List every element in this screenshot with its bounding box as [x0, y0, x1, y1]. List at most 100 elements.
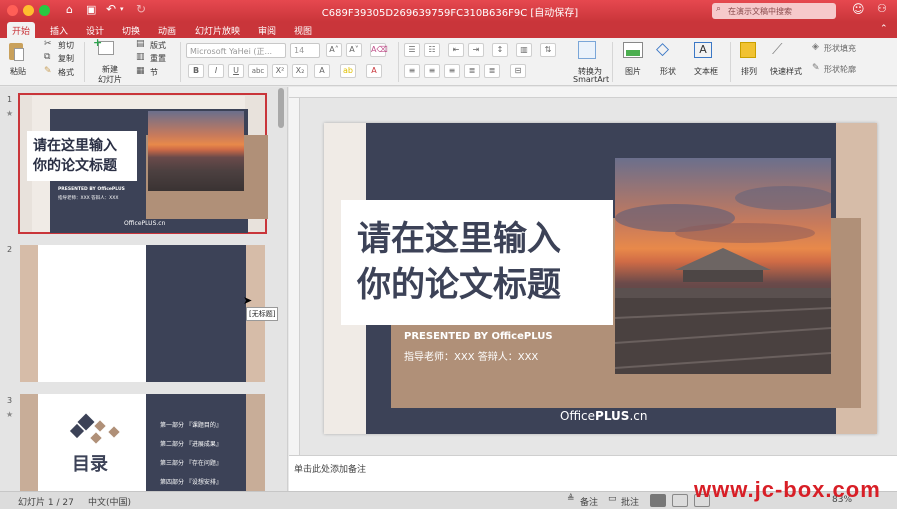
- textbox-icon[interactable]: A: [694, 42, 712, 58]
- increase-indent-button[interactable]: ⇥: [468, 43, 484, 57]
- shape-icon[interactable]: ◇: [656, 39, 669, 59]
- home-icon[interactable]: ⌂: [66, 3, 73, 16]
- layout-icon[interactable]: ▤: [136, 39, 145, 49]
- shape-fill-icon[interactable]: ◈: [812, 42, 819, 52]
- font-size-dropdown[interactable]: 14: [290, 43, 320, 58]
- slide-thumbnail-panel[interactable]: 1 ★ 请在这里输入 你的论文标题 PRESENTED BY OfficePLU…: [0, 87, 288, 491]
- tab-review[interactable]: 审阅: [258, 22, 276, 38]
- copy-label[interactable]: 复制: [58, 53, 74, 64]
- tab-view[interactable]: 视图: [294, 22, 312, 38]
- undo-icon[interactable]: ↶: [106, 2, 116, 16]
- format-painter-label[interactable]: 格式: [58, 67, 74, 78]
- italic-button[interactable]: I: [208, 64, 224, 78]
- cut-label[interactable]: 剪切: [58, 40, 74, 51]
- text-effects-button[interactable]: A: [314, 64, 330, 78]
- align-center-button[interactable]: ≡: [424, 64, 440, 78]
- align-left-button[interactable]: ≡: [404, 64, 420, 78]
- superscript-button[interactable]: X²: [272, 64, 288, 78]
- font-color-button[interactable]: A: [366, 64, 382, 78]
- convert-smartart-label-2[interactable]: SmartArt: [573, 75, 609, 84]
- highlight-button[interactable]: ab: [340, 64, 356, 78]
- line-spacing-button[interactable]: ↕: [492, 43, 508, 57]
- distributed-button[interactable]: ≣: [484, 64, 500, 78]
- slide-sorter-button[interactable]: [672, 494, 688, 507]
- notes-toggle-button[interactable]: 备注: [580, 495, 598, 508]
- picture-icon[interactable]: [623, 42, 643, 58]
- tab-transitions[interactable]: 切换: [122, 22, 140, 38]
- zoom-window-button[interactable]: [39, 5, 50, 16]
- underline-button[interactable]: U: [228, 64, 244, 78]
- shape-outline-icon[interactable]: ✎: [812, 63, 820, 73]
- share-person-icon[interactable]: ⚇: [877, 2, 887, 15]
- subscript-button[interactable]: X₂: [292, 64, 308, 78]
- language-indicator[interactable]: 中文(中国): [88, 495, 131, 508]
- section-label[interactable]: 节: [150, 67, 158, 78]
- bullets-button[interactable]: ☰: [404, 43, 420, 57]
- save-icon[interactable]: ▣: [86, 3, 96, 16]
- tab-insert[interactable]: 插入: [50, 22, 68, 38]
- thumb2-navy-panel: [146, 245, 246, 382]
- tab-home[interactable]: 开始: [7, 22, 36, 38]
- horizontal-ruler[interactable]: [289, 87, 897, 98]
- main-slide[interactable]: 请在这里输入 你的论文标题 PRESENTED BY OfficePLUS 指导…: [324, 123, 877, 434]
- undo-dropdown-icon[interactable]: ▾: [120, 5, 124, 13]
- picture-label[interactable]: 图片: [625, 66, 641, 77]
- quick-styles-label[interactable]: 快速样式: [770, 66, 802, 77]
- decrease-indent-button[interactable]: ⇤: [448, 43, 464, 57]
- text-direction-button[interactable]: ⇅: [540, 43, 556, 57]
- arrange-label[interactable]: 排列: [741, 66, 757, 77]
- smartart-icon[interactable]: [578, 41, 596, 59]
- reset-label[interactable]: 重置: [150, 53, 166, 64]
- slide-photo[interactable]: [615, 158, 831, 374]
- minimize-window-button[interactable]: [23, 5, 34, 16]
- comments-toggle-button[interactable]: 批注: [621, 495, 639, 508]
- arrange-icon[interactable]: [740, 42, 756, 58]
- slide-thumbnail-1[interactable]: 请在这里输入 你的论文标题 PRESENTED BY OfficePLUS 指导…: [18, 93, 268, 234]
- new-slide-icon[interactable]: +: [93, 36, 114, 55]
- collapse-ribbon-icon[interactable]: ⌃: [880, 24, 888, 34]
- section-icon[interactable]: ▦: [136, 66, 145, 76]
- slide-thumbnail-3[interactable]: 目录 第一部分 『课题目的』 第二部分 『进展成果』 第三部分 『存在问题』 第…: [20, 394, 265, 491]
- slide-editing-canvas[interactable]: 请在这里输入 你的论文标题 PRESENTED BY OfficePLUS 指导…: [300, 98, 897, 455]
- align-text-button[interactable]: ⊟: [510, 64, 526, 78]
- numbering-button[interactable]: ☷: [424, 43, 440, 57]
- close-window-button[interactable]: [7, 5, 18, 16]
- slide-counter: 幻灯片 1 / 27: [18, 498, 74, 508]
- smiley-feedback-icon[interactable]: ☺: [852, 2, 865, 16]
- bold-button[interactable]: B: [188, 64, 204, 78]
- strikethrough-button[interactable]: abc: [248, 64, 268, 78]
- format-painter-icon[interactable]: ✎: [44, 66, 52, 76]
- thumbnail-scrollbar[interactable]: [278, 88, 284, 128]
- notes-icon[interactable]: ≜: [567, 494, 575, 504]
- new-slide-label-2[interactable]: 幻灯片: [98, 74, 122, 85]
- clear-format-button[interactable]: A⌫: [370, 43, 388, 57]
- decrease-font-button[interactable]: A˅: [346, 43, 362, 57]
- divider: [398, 42, 399, 82]
- textbox-label[interactable]: 文本框: [694, 66, 718, 77]
- paste-button[interactable]: [6, 41, 28, 63]
- copy-icon[interactable]: ⧉: [44, 52, 50, 62]
- shape-label[interactable]: 形状: [660, 66, 676, 77]
- slide-presented-by[interactable]: PRESENTED BY OfficePLUS: [404, 331, 553, 342]
- shape-fill-label[interactable]: 形状填充: [824, 43, 856, 54]
- comments-icon[interactable]: ▭: [608, 494, 617, 504]
- increase-font-button[interactable]: A˄: [326, 43, 342, 57]
- normal-view-button[interactable]: [650, 494, 666, 507]
- columns-button[interactable]: ▥: [516, 43, 532, 57]
- font-name-dropdown[interactable]: Microsoft YaHei (正...: [186, 43, 286, 58]
- align-right-button[interactable]: ≡: [444, 64, 460, 78]
- justify-button[interactable]: ≣: [464, 64, 480, 78]
- slide-thumbnail-2[interactable]: [20, 245, 265, 382]
- vertical-ruler[interactable]: [289, 98, 300, 455]
- redo-icon[interactable]: ↻: [136, 2, 146, 16]
- layout-label[interactable]: 版式: [150, 40, 166, 51]
- shape-outline-label[interactable]: 形状轮廓: [824, 64, 856, 75]
- search-input[interactable]: ⌕ 在演示文稿中搜索: [712, 3, 836, 19]
- tab-slideshow[interactable]: 幻灯片放映: [195, 22, 240, 38]
- slide-teacher-line[interactable]: 指导老师：XXX 答辩人：XXX: [404, 348, 538, 363]
- slide-title-box[interactable]: 请在这里输入 你的论文标题: [341, 200, 613, 325]
- tab-animations[interactable]: 动画: [158, 22, 176, 38]
- scissors-icon[interactable]: ✂: [44, 39, 52, 49]
- quick-styles-icon[interactable]: ⟋: [772, 40, 783, 58]
- reset-icon[interactable]: ▥: [136, 52, 145, 62]
